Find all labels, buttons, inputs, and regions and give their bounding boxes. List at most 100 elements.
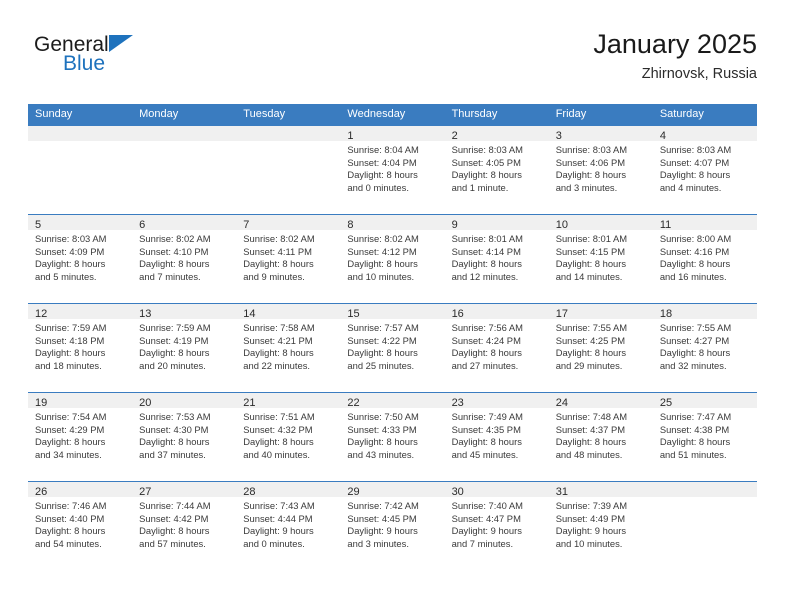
day-cell-body: Sunrise: 8:02 AM Sunset: 4:10 PM Dayligh… (132, 230, 236, 283)
day-number: 5 (35, 219, 42, 231)
daylight-text-line1: Daylight: 8 hours (139, 347, 210, 359)
day-cell[interactable] (236, 126, 341, 214)
day-number-bar: 24 (548, 393, 653, 409)
generalblue-logo[interactable]: General Blue (34, 34, 234, 90)
day-cell[interactable]: 14 Sunrise: 7:58 AM Sunset: 4:21 PM Dayl… (236, 304, 341, 392)
sunrise-text: Sunrise: 7:58 AM (243, 322, 315, 333)
daylight-text-line1: Daylight: 9 hours (243, 525, 314, 537)
day-number-bar: 1 (340, 126, 445, 142)
daylight-text-line2: and 14 minutes. (555, 270, 623, 282)
sunset-text: Sunset: 4:47 PM (451, 512, 521, 524)
calendar-week-row: 1 Sunrise: 8:04 AM Sunset: 4:04 PM Dayli… (28, 125, 757, 214)
daylight-text-line2: and 3 minutes. (555, 181, 618, 193)
day-number-bar: 3 (548, 126, 653, 142)
day-number-bar (652, 482, 757, 497)
weekday-header-tuesday: Tuesday (243, 108, 286, 120)
day-cell[interactable]: 29 Sunrise: 7:42 AM Sunset: 4:45 PM Dayl… (340, 482, 445, 570)
daylight-text-line1: Daylight: 8 hours (451, 169, 522, 181)
day-number-bar: 12 (28, 304, 133, 320)
day-number: 13 (139, 308, 152, 320)
day-cell[interactable]: 19 Sunrise: 7:54 AM Sunset: 4:29 PM Dayl… (28, 393, 133, 481)
sunset-text: Sunset: 4:18 PM (35, 334, 105, 346)
day-cell[interactable]: 9 Sunrise: 8:01 AM Sunset: 4:14 PM Dayli… (444, 215, 549, 303)
daylight-text-line2: and 37 minutes. (139, 448, 206, 460)
sunset-text: Sunset: 4:12 PM (347, 245, 417, 257)
day-number-bar: 9 (444, 215, 549, 231)
sunset-text: Sunset: 4:44 PM (243, 512, 313, 524)
day-cell[interactable]: 22 Sunrise: 7:50 AM Sunset: 4:33 PM Dayl… (340, 393, 445, 481)
sunrise-text: Sunrise: 7:46 AM (35, 500, 107, 511)
daylight-text-line1: Daylight: 8 hours (347, 258, 418, 270)
daylight-text-line1: Daylight: 8 hours (243, 347, 314, 359)
day-cell[interactable]: 20 Sunrise: 7:53 AM Sunset: 4:30 PM Dayl… (132, 393, 237, 481)
page-title: January 2025 (593, 29, 757, 59)
day-cell[interactable]: 2 Sunrise: 8:03 AM Sunset: 4:05 PM Dayli… (444, 126, 549, 214)
weekday-header-sunday: Sunday (35, 108, 73, 120)
sunrise-text: Sunrise: 8:00 AM (659, 233, 732, 244)
day-cell[interactable]: 25 Sunrise: 7:47 AM Sunset: 4:38 PM Dayl… (652, 393, 757, 481)
sunrise-text: Sunrise: 8:03 AM (659, 144, 732, 155)
day-cell[interactable] (28, 126, 133, 214)
sunrise-text: Sunrise: 7:43 AM (243, 500, 315, 511)
day-cell[interactable]: 5 Sunrise: 8:03 AM Sunset: 4:09 PM Dayli… (28, 215, 133, 303)
day-cell-body: Sunrise: 7:55 AM Sunset: 4:27 PM Dayligh… (653, 319, 757, 372)
day-cell[interactable]: 28 Sunrise: 7:43 AM Sunset: 4:44 PM Dayl… (236, 482, 341, 570)
day-cell[interactable]: 27 Sunrise: 7:44 AM Sunset: 4:42 PM Dayl… (132, 482, 237, 570)
day-cell-body: Sunrise: 7:58 AM Sunset: 4:21 PM Dayligh… (236, 319, 340, 372)
day-cell-body: Sunrise: 7:40 AM Sunset: 4:47 PM Dayligh… (445, 497, 549, 550)
day-cell[interactable]: 21 Sunrise: 7:51 AM Sunset: 4:32 PM Dayl… (236, 393, 341, 481)
daylight-text-line1: Daylight: 8 hours (659, 436, 731, 448)
day-cell-body (653, 497, 757, 500)
day-cell[interactable]: 24 Sunrise: 7:48 AM Sunset: 4:37 PM Dayl… (548, 393, 653, 481)
daylight-text-line2: and 40 minutes. (243, 448, 310, 460)
sunrise-text: Sunrise: 7:47 AM (659, 411, 732, 422)
weekday-header-monday: Monday (139, 108, 179, 120)
daylight-text-line2: and 1 minute. (451, 181, 509, 193)
day-cell[interactable]: 18 Sunrise: 7:55 AM Sunset: 4:27 PM Dayl… (652, 304, 757, 392)
day-cell[interactable] (132, 126, 237, 214)
day-cell[interactable]: 7 Sunrise: 8:02 AM Sunset: 4:11 PM Dayli… (236, 215, 341, 303)
sunset-text: Sunset: 4:16 PM (659, 245, 730, 257)
day-cell-body: Sunrise: 7:43 AM Sunset: 4:44 PM Dayligh… (236, 497, 340, 550)
day-number: 4 (659, 130, 666, 142)
day-number-bar (28, 126, 133, 141)
sunrise-text: Sunrise: 7:54 AM (35, 411, 107, 422)
day-cell[interactable]: 13 Sunrise: 7:59 AM Sunset: 4:19 PM Dayl… (132, 304, 237, 392)
daylight-text-line2: and 54 minutes. (35, 537, 102, 549)
day-cell[interactable]: 1 Sunrise: 8:04 AM Sunset: 4:04 PM Dayli… (340, 126, 445, 214)
day-cell[interactable]: 12 Sunrise: 7:59 AM Sunset: 4:18 PM Dayl… (28, 304, 133, 392)
day-cell[interactable]: 11 Sunrise: 8:00 AM Sunset: 4:16 PM Dayl… (652, 215, 757, 303)
day-cell[interactable]: 4 Sunrise: 8:03 AM Sunset: 4:07 PM Dayli… (652, 126, 757, 214)
day-cell[interactable]: 30 Sunrise: 7:40 AM Sunset: 4:47 PM Dayl… (444, 482, 549, 570)
day-cell[interactable]: 8 Sunrise: 8:02 AM Sunset: 4:12 PM Dayli… (340, 215, 445, 303)
day-number: 6 (139, 219, 146, 231)
day-number-bar: 26 (28, 482, 133, 498)
day-number: 7 (243, 219, 250, 231)
calendar-week-row: 5 Sunrise: 8:03 AM Sunset: 4:09 PM Dayli… (28, 214, 757, 303)
day-number: 14 (243, 308, 256, 320)
day-cell[interactable]: 15 Sunrise: 7:57 AM Sunset: 4:22 PM Dayl… (340, 304, 445, 392)
day-cell[interactable]: 3 Sunrise: 8:03 AM Sunset: 4:06 PM Dayli… (548, 126, 653, 214)
daylight-text-line2: and 9 minutes. (243, 270, 305, 282)
page-header: General Blue January 2025 Zhirnovsk, Rus… (28, 28, 757, 96)
daylight-text-line1: Daylight: 8 hours (243, 436, 314, 448)
title-block: January 2025 Zhirnovsk, Russia (593, 28, 757, 83)
day-cell[interactable]: 16 Sunrise: 7:56 AM Sunset: 4:24 PM Dayl… (444, 304, 549, 392)
day-cell[interactable]: 6 Sunrise: 8:02 AM Sunset: 4:10 PM Dayli… (132, 215, 237, 303)
day-cell[interactable] (652, 482, 757, 570)
day-number-bar: 30 (444, 482, 549, 498)
daylight-text-line2: and 7 minutes. (451, 537, 514, 549)
sunrise-text: Sunrise: 7:59 AM (139, 322, 211, 333)
day-number-bar: 11 (652, 215, 757, 231)
daylight-text-line2: and 22 minutes. (243, 359, 310, 371)
day-cell[interactable]: 17 Sunrise: 7:55 AM Sunset: 4:25 PM Dayl… (548, 304, 653, 392)
day-number: 21 (243, 397, 256, 409)
daylight-text-line1: Daylight: 8 hours (347, 347, 418, 359)
day-cell[interactable]: 23 Sunrise: 7:49 AM Sunset: 4:35 PM Dayl… (444, 393, 549, 481)
day-cell[interactable]: 10 Sunrise: 8:01 AM Sunset: 4:15 PM Dayl… (548, 215, 653, 303)
day-cell[interactable]: 31 Sunrise: 7:39 AM Sunset: 4:49 PM Dayl… (548, 482, 653, 570)
day-number-bar: 8 (340, 215, 445, 231)
day-number-bar: 21 (236, 393, 341, 409)
day-cell[interactable]: 26 Sunrise: 7:46 AM Sunset: 4:40 PM Dayl… (28, 482, 133, 570)
sunset-text: Sunset: 4:14 PM (451, 245, 521, 257)
